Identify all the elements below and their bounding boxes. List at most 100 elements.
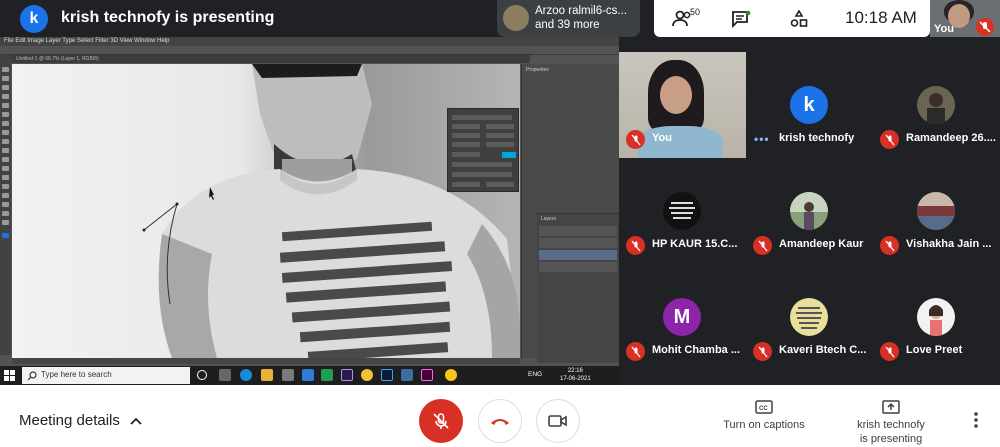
more-vert-icon xyxy=(974,412,978,428)
participant-avatar xyxy=(790,298,828,336)
ps-layers-title: Layers xyxy=(541,216,557,222)
taskbar-clock: 22:16 17-06-2021 xyxy=(560,368,591,382)
chip-avatar xyxy=(503,5,529,31)
participant-tile-vishakha[interactable]: Vishakha Jain ... xyxy=(873,158,1000,264)
ps-document-tab: Untitled-1 @ 66.7% (Layer 1, RGB/8) xyxy=(10,55,530,63)
mic-muted-indicator xyxy=(626,130,645,149)
mic-muted-indicator xyxy=(753,342,772,361)
chrome-icon[interactable] xyxy=(361,369,373,381)
mic-off-icon xyxy=(630,240,641,251)
participant-tile-mohit[interactable]: M Mohit Chamba ... xyxy=(619,264,746,370)
edge-icon[interactable] xyxy=(240,369,252,381)
clock: 10:18 AM xyxy=(845,8,917,27)
participant-tile-hp-kaur[interactable]: HP KAUR 15.C... xyxy=(619,158,746,264)
activities-icon xyxy=(790,10,808,27)
shared-screen: File Edit Image Layer Type Select Filter… xyxy=(0,37,619,385)
participant-avatar xyxy=(917,192,955,230)
store-icon[interactable] xyxy=(282,369,294,381)
svg-text:CC: CC xyxy=(759,406,768,412)
chip-line-secondary: and 39 more xyxy=(535,19,600,31)
meeting-details-button[interactable]: Meeting details xyxy=(19,412,142,429)
self-muted-indicator xyxy=(976,18,994,36)
weather-icon[interactable] xyxy=(445,369,457,381)
ps-character-panel xyxy=(447,108,519,192)
mic-muted-indicator xyxy=(626,236,645,255)
mic-off-icon xyxy=(757,240,768,251)
participant-avatar xyxy=(663,192,701,230)
chat-icon xyxy=(732,10,751,28)
mic-muted-indicator xyxy=(880,342,899,361)
taskbar-language: ENG xyxy=(528,371,543,378)
chat-button[interactable] xyxy=(728,6,754,32)
participant-name: Mohit Chamba ... xyxy=(652,344,740,356)
captions-button[interactable]: CC Turn on captions xyxy=(720,400,808,432)
ps-layers-panel: Layers xyxy=(537,213,619,363)
presenter-avatar: k xyxy=(20,5,48,33)
participant-name: krish technofy xyxy=(779,132,855,144)
mic-muted-indicator xyxy=(753,236,772,255)
participant-name: Love Preet xyxy=(906,344,963,356)
task-app-icon[interactable] xyxy=(219,369,231,381)
xd-icon[interactable] xyxy=(421,369,433,381)
participant-tile-love-preet[interactable]: Love Preet xyxy=(873,264,1000,370)
participant-name: Vishakha Jain ... xyxy=(906,238,992,250)
participant-name: Amandeep Kaur xyxy=(779,238,864,250)
ps-status-bar xyxy=(12,358,520,364)
mic-off-icon xyxy=(979,21,991,33)
camera-toggle-button[interactable] xyxy=(536,399,580,443)
mic-off-icon xyxy=(757,346,768,357)
presenting-title: krish technofy is presenting xyxy=(61,9,275,26)
chip-line-primary: Arzoo ralmil6-cs... xyxy=(535,5,628,17)
search-icon xyxy=(27,371,37,381)
folder-icon[interactable] xyxy=(261,369,273,381)
video-camera-icon xyxy=(548,415,567,427)
top-bar: k krish technofy is presenting Arzoo ral… xyxy=(0,0,1000,37)
ps-toolbox xyxy=(0,55,11,355)
participant-avatar xyxy=(790,192,828,230)
participant-tile-you-overlay: You xyxy=(619,52,746,158)
ps-menu-bar: File Edit Image Layer Type Select Filter… xyxy=(0,37,619,46)
task-view-icon[interactable] xyxy=(197,370,207,380)
mic-off-icon xyxy=(630,346,641,357)
speaking-indicator: ••• xyxy=(754,132,770,146)
participant-tile-amandeep[interactable]: Amandeep Kaur xyxy=(746,158,873,264)
quote-image xyxy=(796,307,822,329)
ps-options-bar xyxy=(0,46,619,55)
participant-avatar: k xyxy=(790,86,828,124)
participant-tile-ramandeep[interactable]: Ramandeep 26.... xyxy=(873,52,1000,158)
chevron-up-icon xyxy=(130,417,142,425)
participant-tile-kaveri[interactable]: Kaveri Btech C... xyxy=(746,264,873,370)
present-label-line1: krish technofy xyxy=(857,419,925,431)
mail-icon[interactable] xyxy=(302,369,314,381)
mic-off-icon xyxy=(884,134,895,145)
meeting-details-label: Meeting details xyxy=(19,412,120,429)
captions-label: Turn on captions xyxy=(723,419,805,431)
mic-toggle-button[interactable] xyxy=(419,399,463,443)
windows-start-icon[interactable] xyxy=(4,370,15,381)
hang-up-icon xyxy=(491,419,509,425)
mic-off-icon xyxy=(884,346,895,357)
app-icon[interactable] xyxy=(321,369,333,381)
ps-color-swatch xyxy=(502,152,516,158)
bottom-bar: Meeting details CC Turn on captions kris… xyxy=(0,385,1000,447)
photoshop-icon[interactable] xyxy=(381,369,393,381)
self-view-label: You xyxy=(934,23,954,35)
people-chip[interactable]: Arzoo ralmil6-cs... and 39 more xyxy=(497,0,640,37)
participant-name: HP KAUR 15.C... xyxy=(652,238,738,250)
participant-avatar xyxy=(917,86,955,124)
participant-name: You xyxy=(652,132,672,144)
present-label-line2: is presenting xyxy=(859,433,923,445)
activities-button[interactable] xyxy=(786,6,812,32)
taskbar-search-box[interactable]: Type here to search xyxy=(22,367,190,384)
after-effects-icon[interactable] xyxy=(341,369,353,381)
participant-name: Ramandeep 26.... xyxy=(906,132,996,144)
more-options-button[interactable] xyxy=(966,410,986,430)
participant-tile-krish[interactable]: k ••• krish technofy xyxy=(746,52,873,158)
mic-off-icon xyxy=(433,413,449,429)
ps-canvas xyxy=(12,64,520,358)
leave-call-button[interactable] xyxy=(478,399,522,443)
captions-icon: CC xyxy=(755,400,773,414)
ps-properties-title: Properties xyxy=(526,67,549,73)
app-icon-2[interactable] xyxy=(401,369,413,381)
present-now-button[interactable]: krish technofy is presenting xyxy=(846,400,936,446)
